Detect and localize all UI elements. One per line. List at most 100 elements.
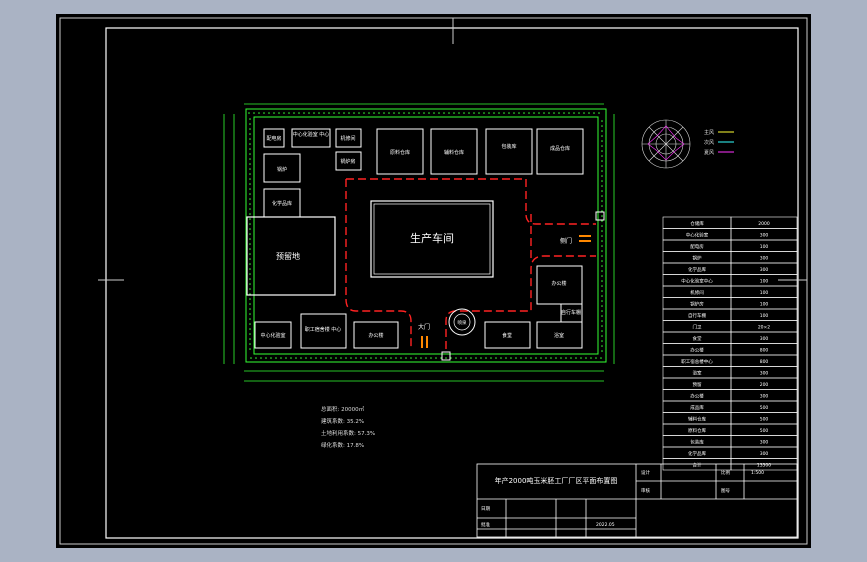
greenbelt-dot — [300, 357, 302, 359]
greenbelt-dot — [249, 178, 251, 180]
greenbelt-dot — [249, 328, 251, 330]
greenbelt-dot — [249, 348, 251, 350]
table-row-area: 13300 — [757, 463, 771, 469]
greenbelt-dot — [249, 323, 251, 325]
greenbelt-dot — [590, 357, 592, 359]
room-right1-label: 办公楼 — [551, 280, 566, 287]
room-tl5-label: 锅炉 — [277, 166, 287, 173]
greenbelt-dot — [249, 233, 251, 235]
table-row-area: 100 — [760, 279, 769, 285]
greenbelt-dot — [249, 283, 251, 285]
greenbelt-dot — [540, 357, 542, 359]
greenbelt-dot — [249, 303, 251, 305]
greenbelt-dot — [295, 357, 297, 359]
greenbelt-dot — [580, 357, 582, 359]
greenbelt-dot — [508, 112, 510, 114]
greenbelt-dot — [338, 112, 340, 114]
main-gate-label: 大门 — [418, 323, 430, 331]
greenbelt-dot — [468, 112, 470, 114]
greenbelt-dot — [475, 357, 477, 359]
greenbelt-dot — [283, 112, 285, 114]
greenbelt-dot — [601, 300, 603, 302]
table-row-area: 500 — [760, 428, 769, 434]
greenbelt-dot — [310, 357, 312, 359]
table-row-area: 500 — [760, 405, 769, 411]
greenbelt-dot — [465, 357, 467, 359]
greenbelt-dot — [480, 357, 482, 359]
greenbelt-dot — [495, 357, 497, 359]
table-row-area: 300 — [760, 267, 769, 273]
greenbelt-dot — [249, 123, 251, 125]
production-building-label: 生产车间 — [410, 231, 454, 245]
greenbelt-dot — [601, 245, 603, 247]
greenbelt-dot — [268, 112, 270, 114]
greenbelt-dot — [249, 273, 251, 275]
greenbelt-dot — [249, 278, 251, 280]
table-row-area: 300 — [760, 394, 769, 400]
greenbelt-dot — [249, 148, 251, 150]
greenbelt-dot — [249, 238, 251, 240]
table-row-name: 合计 — [693, 462, 702, 469]
table-row-area: 100 — [760, 244, 769, 250]
site-statistics: 总面积: 20000㎡ 建筑系数: 35.2% 土地利用系数: 57.3% 绿化… — [321, 405, 375, 449]
table-row-area: 300 — [760, 451, 769, 457]
greenbelt-dot — [600, 357, 602, 359]
greenbelt-dot — [563, 112, 565, 114]
greenbelt-dot — [249, 288, 251, 290]
greenbelt-dot — [400, 357, 402, 359]
table-row-name: 中心化验室 — [686, 232, 709, 239]
greenbelt-dot — [485, 357, 487, 359]
greenbelt-dot — [513, 112, 515, 114]
room-b5-label: 浴室 — [554, 332, 564, 339]
greenbelt-dot — [249, 203, 251, 205]
table-row-name: 门卫 — [693, 324, 702, 331]
greenbelt-dot — [249, 168, 251, 170]
table-row-name: 仓储库 — [690, 220, 704, 227]
table-row-name: 食堂 — [693, 335, 702, 342]
greenbelt-dot — [249, 158, 251, 160]
greenbelt-dot — [490, 357, 492, 359]
greenbelt-dot — [280, 357, 282, 359]
greenbelt-dot — [425, 357, 427, 359]
greenbelt-dot — [518, 112, 520, 114]
greenbelt-dot — [520, 357, 522, 359]
greenbelt-dot — [601, 200, 603, 202]
roads — [345, 178, 596, 349]
greenbelt-dot — [265, 357, 267, 359]
greenbelt-dot — [601, 315, 603, 317]
greenbelt-dot — [303, 112, 305, 114]
svg-text:比例: 比例 — [721, 469, 730, 476]
greenbelt-dot — [438, 112, 440, 114]
stat-4: 绿化系数: 17.8% — [321, 441, 364, 449]
greenbelt-dot — [583, 112, 585, 114]
greenbelt-dot — [298, 112, 300, 114]
greenbelt-dot — [260, 357, 262, 359]
greenbelt-dot — [328, 112, 330, 114]
greenbelt-dot — [601, 280, 603, 282]
greenbelt-dot — [601, 150, 603, 152]
greenbelt-dot — [601, 205, 603, 207]
table-row-area: 300 — [760, 440, 769, 446]
greenbelt-dot — [560, 357, 562, 359]
greenbelt-dot — [455, 357, 457, 359]
wind-rose — [641, 119, 691, 169]
greenbelt-dot — [255, 357, 257, 359]
greenbelt-dot — [601, 145, 603, 147]
greenbelt-dot — [305, 357, 307, 359]
site-plan-drawing: 生产车间 预留地 配电房 中心化验室 中心 机修间 锅炉房 锅炉 化学品库 原料… — [59, 17, 808, 545]
room-top3 — [485, 128, 533, 175]
room-b2-label: 职工宿舍楼 中心 — [305, 326, 342, 333]
greenbelt-dot — [548, 112, 550, 114]
greenbelt-dot — [573, 112, 575, 114]
svg-text:1:500: 1:500 — [751, 470, 764, 476]
table-row-name: 辅料仓库 — [688, 416, 706, 423]
greenbelt-dot — [263, 112, 265, 114]
table-row-name: 自行车棚 — [688, 312, 706, 319]
greenbelt-dot — [503, 112, 505, 114]
drawing-sheet: 生产车间 预留地 配电房 中心化验室 中心 机修间 锅炉房 锅炉 化学品库 原料… — [56, 14, 811, 548]
greenbelt-dot — [588, 112, 590, 114]
greenbelt-dot — [320, 357, 322, 359]
greenbelt-dot — [601, 345, 603, 347]
svg-text:2022.05: 2022.05 — [596, 522, 615, 528]
greenbelt-dot — [601, 165, 603, 167]
